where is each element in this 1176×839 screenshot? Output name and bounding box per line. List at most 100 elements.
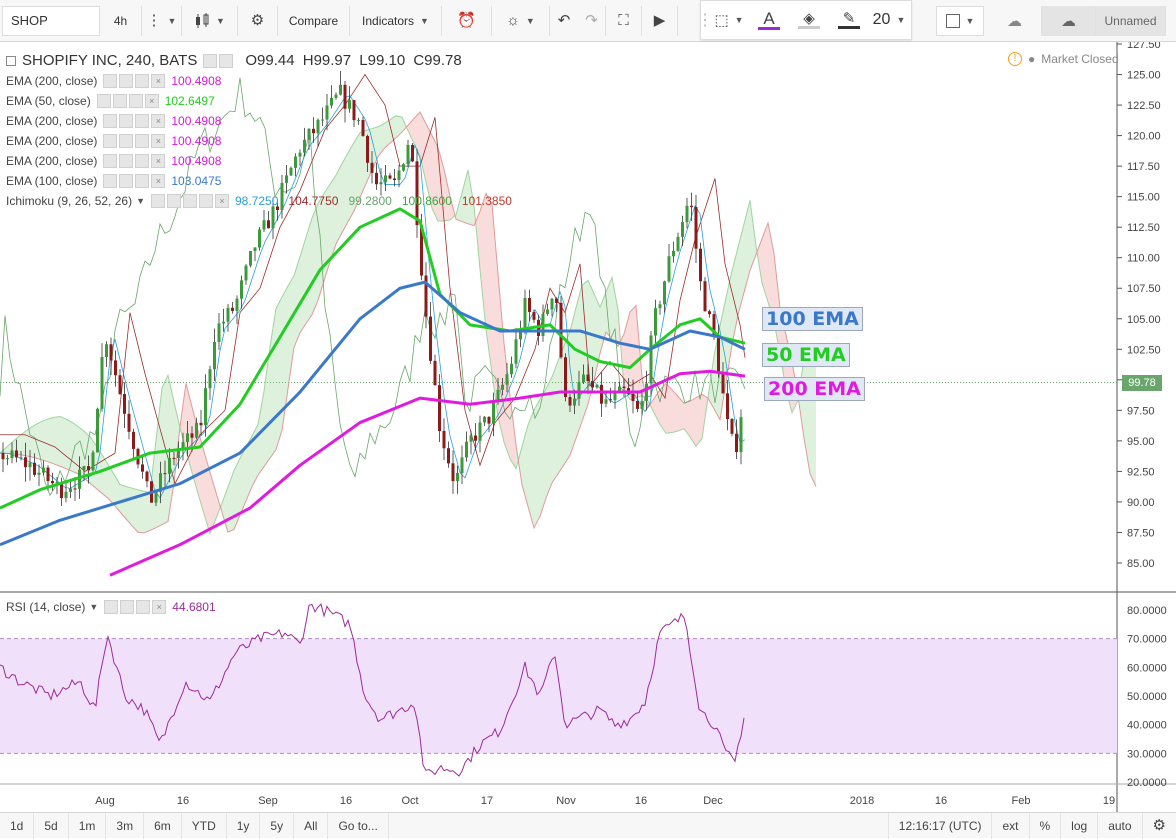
- replay-button[interactable]: ▶: [642, 5, 678, 36]
- gear-icon[interactable]: [219, 53, 234, 68]
- font-size-button[interactable]: 20 ▼: [869, 5, 909, 35]
- fullscreen-button[interactable]: ⛶: [606, 5, 642, 36]
- close-icon[interactable]: ×: [151, 74, 166, 88]
- save-layout-button[interactable]: ☁: [1042, 6, 1096, 36]
- candle-body: [505, 374, 509, 385]
- ichimoku-value: 98.7250: [235, 194, 279, 208]
- gear-icon[interactable]: [112, 94, 127, 108]
- plus-icon[interactable]: [135, 114, 150, 128]
- range-button[interactable]: 6m: [144, 812, 182, 839]
- legend-label[interactable]: EMA (50, close): [6, 94, 91, 108]
- eye-icon[interactable]: [96, 94, 111, 108]
- scale-option-ext[interactable]: ext: [992, 812, 1030, 839]
- plus-icon[interactable]: [128, 94, 143, 108]
- range-button[interactable]: 1m: [69, 812, 107, 839]
- alert-button[interactable]: ⏰: [442, 5, 492, 36]
- close-icon[interactable]: ×: [151, 174, 166, 188]
- plus-icon[interactable]: [135, 174, 150, 188]
- annotation-200-ema[interactable]: 200 EMA: [764, 377, 865, 401]
- rsi-label[interactable]: RSI (14, close): [6, 600, 85, 614]
- visibility-button[interactable]: ☼ ▼: [492, 5, 550, 36]
- close-icon[interactable]: ×: [151, 134, 166, 148]
- legend-label[interactable]: EMA (200, close): [6, 154, 97, 168]
- load-layout-button[interactable]: ☁: [988, 6, 1042, 36]
- legend-label[interactable]: EMA (100, close): [6, 174, 97, 188]
- gear-icon[interactable]: [119, 174, 134, 188]
- scale-option-log[interactable]: log: [1061, 812, 1099, 839]
- eye-icon[interactable]: [103, 74, 118, 88]
- layout-name-button[interactable]: Unnamed: [1096, 6, 1166, 36]
- indicators-button[interactable]: Indicators ▼: [350, 5, 442, 36]
- chevron-down-icon[interactable]: ▼: [136, 196, 145, 206]
- range-button[interactable]: 1y: [227, 812, 261, 839]
- drag-handle[interactable]: ⋮: [697, 5, 713, 35]
- legend-label[interactable]: EMA (200, close): [6, 134, 97, 148]
- gear-icon[interactable]: [119, 134, 134, 148]
- gear-icon[interactable]: [119, 154, 134, 168]
- plus-icon[interactable]: [136, 600, 151, 614]
- undo-button[interactable]: ↶: [550, 6, 578, 36]
- chart-type-button[interactable]: ▼: [182, 5, 238, 36]
- candle-body: [298, 152, 302, 157]
- gear-icon[interactable]: [119, 74, 134, 88]
- compare-button[interactable]: Compare: [278, 5, 350, 36]
- close-icon[interactable]: ×: [215, 194, 229, 208]
- close-icon[interactable]: ×: [144, 94, 159, 108]
- eye-icon[interactable]: [103, 154, 118, 168]
- range-button[interactable]: 5d: [34, 812, 69, 839]
- candle-body: [226, 307, 230, 322]
- annotation-100-ema[interactable]: 100 EMA: [762, 307, 863, 331]
- interval-selector[interactable]: 4h: [100, 5, 142, 36]
- fill-color-swatch: [798, 26, 820, 29]
- scale-option-auto[interactable]: auto: [1098, 812, 1143, 839]
- layout-button[interactable]: ▼: [936, 6, 984, 36]
- eye-icon[interactable]: [203, 53, 218, 68]
- eye-icon[interactable]: [103, 114, 118, 128]
- close-icon[interactable]: ×: [151, 154, 166, 168]
- symbol-input[interactable]: SHOP: [2, 5, 100, 36]
- close-icon[interactable]: ×: [152, 600, 167, 614]
- lock-icon[interactable]: [183, 194, 197, 208]
- clock[interactable]: 12:16:17 (UTC): [887, 812, 993, 839]
- range-button[interactable]: YTD: [182, 812, 227, 839]
- chevron-down-icon[interactable]: ▼: [89, 602, 98, 612]
- candle-body: [528, 297, 531, 312]
- interval-menu-button[interactable]: ⋮ ▼: [142, 5, 182, 36]
- range-button[interactable]: 5y: [260, 812, 295, 839]
- market-dot-icon: ●: [1028, 52, 1036, 66]
- eye-icon[interactable]: [103, 174, 118, 188]
- eye-icon[interactable]: [104, 600, 119, 614]
- close-icon[interactable]: ×: [151, 114, 166, 128]
- range-button[interactable]: All: [294, 812, 329, 839]
- gear-icon[interactable]: [120, 600, 135, 614]
- eye-icon[interactable]: [151, 194, 165, 208]
- plus-icon[interactable]: [199, 194, 213, 208]
- candle-body: [154, 491, 158, 503]
- annotation-50-ema[interactable]: 50 EMA: [762, 343, 850, 367]
- candle-body: [271, 206, 275, 229]
- plus-icon[interactable]: [135, 154, 150, 168]
- legend-label[interactable]: EMA (200, close): [6, 74, 97, 88]
- legend-label[interactable]: EMA (200, close): [6, 114, 97, 128]
- scale-option-percent[interactable]: %: [1030, 812, 1062, 839]
- warning-icon[interactable]: !: [1008, 52, 1022, 66]
- ichimoku-label[interactable]: Ichimoku (9, 26, 52, 26): [6, 194, 132, 208]
- redo-button[interactable]: ↷: [578, 5, 606, 36]
- candle-body: [132, 431, 135, 449]
- range-button[interactable]: 3m: [106, 812, 145, 839]
- collapse-icon[interactable]: [6, 55, 16, 66]
- line-color-button[interactable]: ✎: [829, 5, 869, 35]
- goto-button[interactable]: Go to...: [328, 812, 389, 839]
- chart-settings-button[interactable]: ⚙: [1143, 813, 1176, 839]
- text-color-button[interactable]: A: [749, 5, 789, 35]
- plus-icon[interactable]: [135, 74, 150, 88]
- gear-icon[interactable]: [167, 194, 181, 208]
- range-button[interactable]: 1d: [0, 812, 35, 839]
- eye-icon[interactable]: [103, 134, 118, 148]
- fill-color-button[interactable]: ◈: [789, 5, 829, 35]
- settings-button[interactable]: ⚙: [238, 5, 278, 36]
- plus-icon[interactable]: [135, 134, 150, 148]
- selection-button[interactable]: ⬚ ▼: [709, 5, 749, 35]
- legend-tools: ×: [103, 174, 166, 188]
- gear-icon[interactable]: [119, 114, 134, 128]
